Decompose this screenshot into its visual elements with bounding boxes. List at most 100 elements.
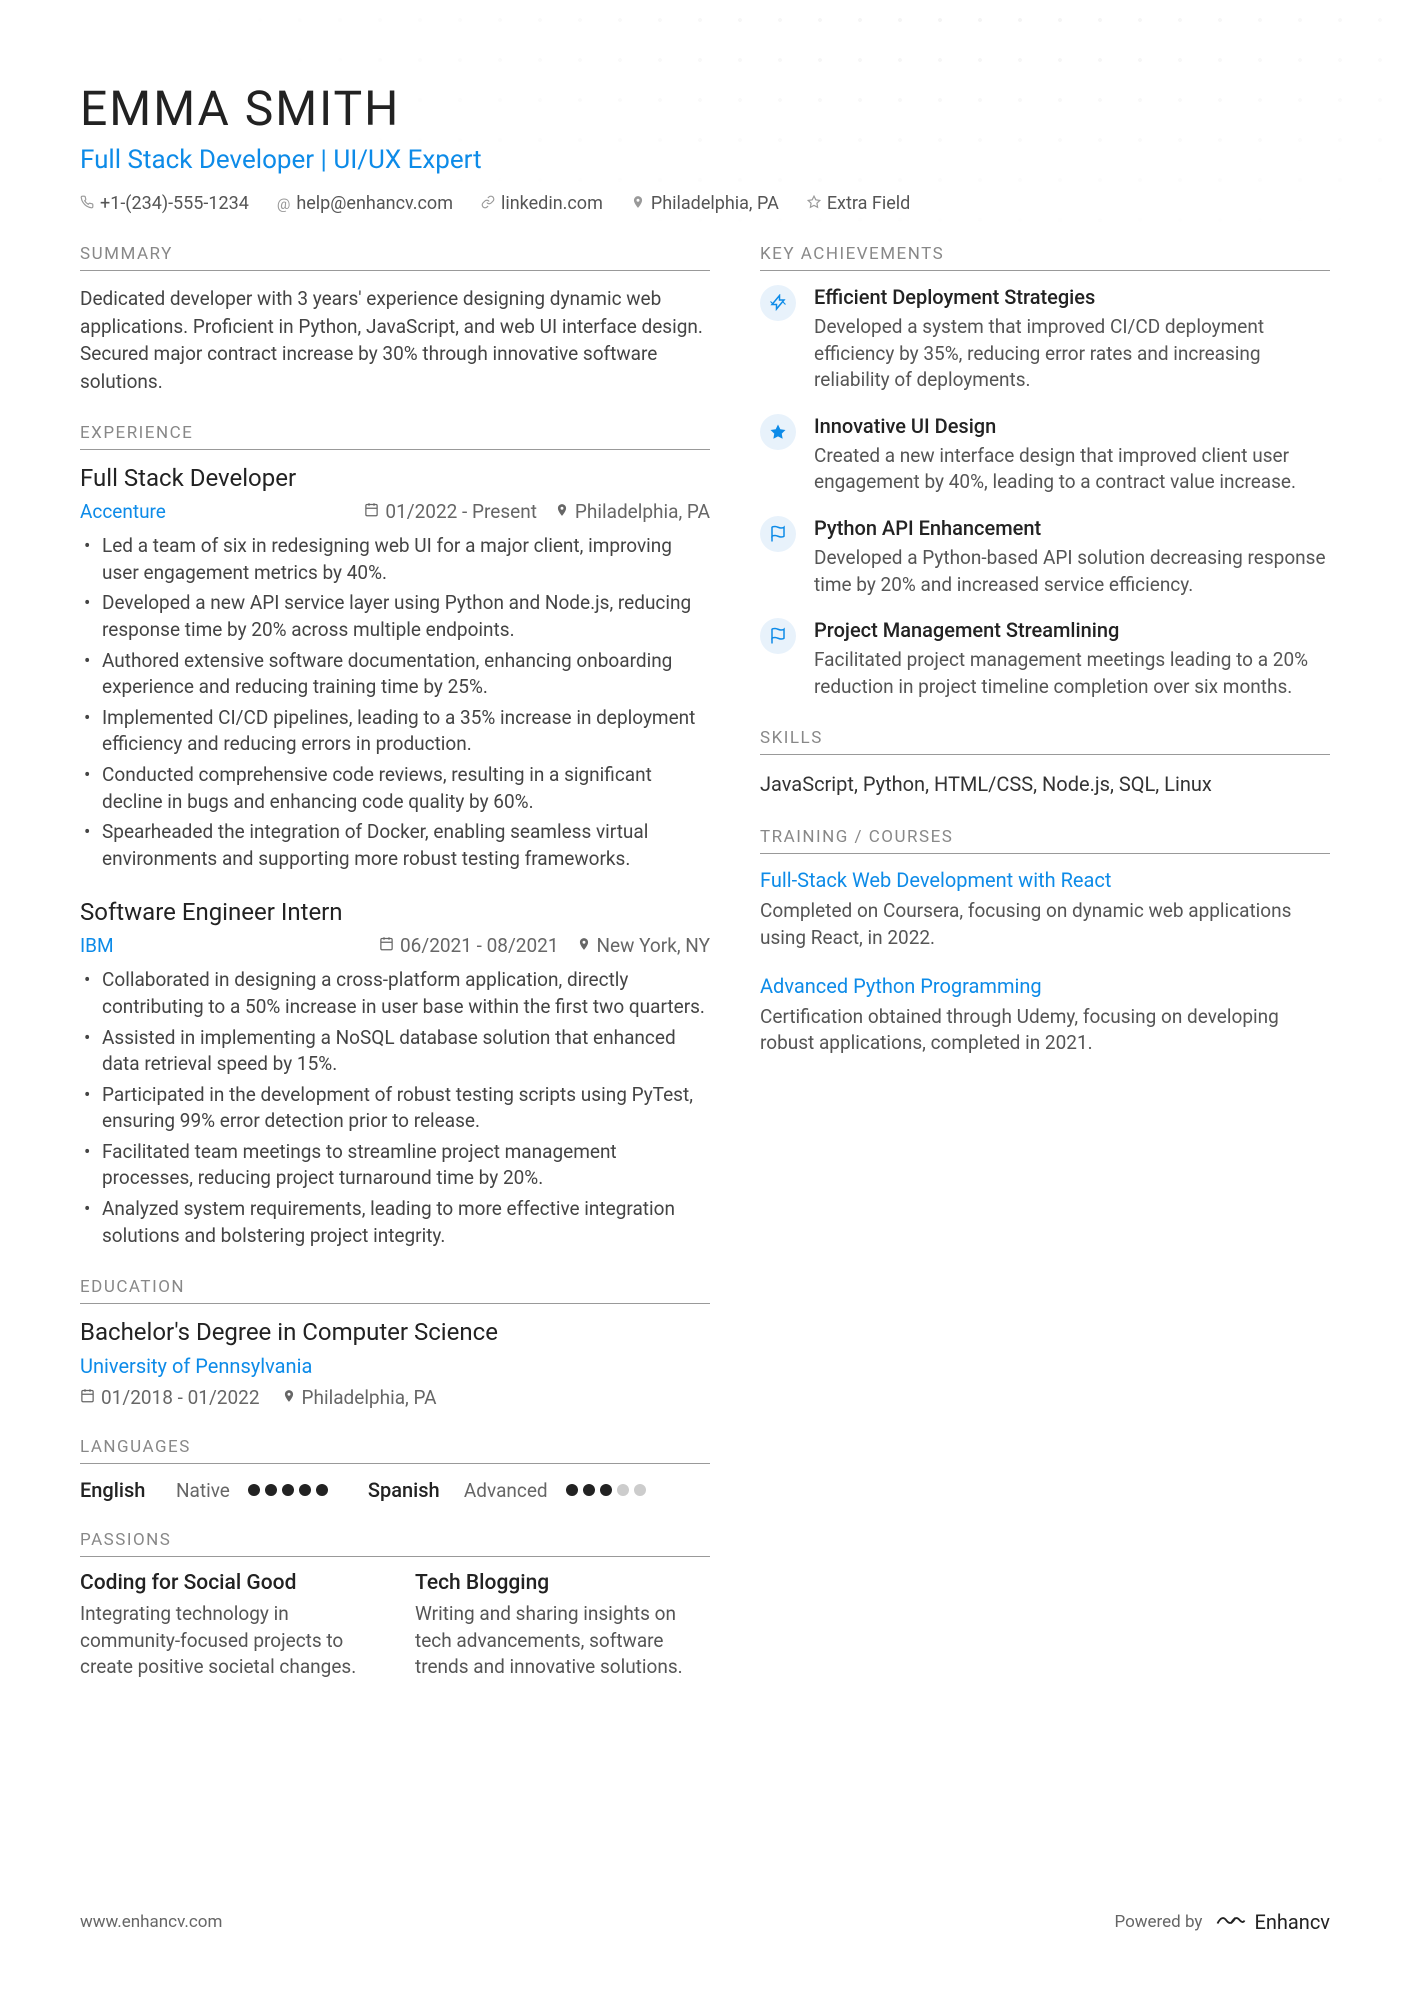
location-icon xyxy=(577,937,591,955)
dot-filled xyxy=(282,1484,294,1496)
flag-icon xyxy=(760,618,796,654)
training-section: TRAINING / COURSES Full-Stack Web Develo… xyxy=(760,827,1330,1056)
job-dates-item: 01/2022 - Present xyxy=(364,500,537,523)
passions-section: PASSIONS Coding for Social Good Integrat… xyxy=(80,1530,710,1681)
language-item: Spanish Advanced xyxy=(368,1478,646,1502)
edu-dates-item: 01/2018 - 01/2022 xyxy=(80,1386,260,1409)
link-item: linkedin.com xyxy=(481,193,603,214)
edu-location: Philadelphia, PA xyxy=(302,1386,437,1409)
location-icon xyxy=(631,195,645,213)
job-location: Philadelphia, PA xyxy=(575,500,710,523)
achievement-item: Innovative UI Design Created a new inter… xyxy=(760,414,1330,496)
dot-empty xyxy=(617,1484,629,1496)
bullet: Collaborated in designing a cross-platfo… xyxy=(102,967,710,1020)
achievement-desc: Facilitated project management meetings … xyxy=(814,647,1330,700)
achievement-desc: Developed a Python-based API solution de… xyxy=(814,545,1330,598)
company-name: IBM xyxy=(80,934,361,957)
logo-mark-icon xyxy=(1216,1908,1246,1935)
resume-header: EMMA SMITH Full Stack Developer | UI/UX … xyxy=(80,80,1330,214)
phone-item: +1-(234)-555-1234 xyxy=(80,193,249,214)
edu-dates: 01/2018 - 01/2022 xyxy=(101,1386,260,1409)
job-bullets: Collaborated in designing a cross-platfo… xyxy=(80,967,710,1249)
language-name: English xyxy=(80,1478,158,1502)
job-location: New York, NY xyxy=(597,934,711,957)
bullet: Implemented CI/CD pipelines, leading to … xyxy=(102,705,710,758)
dot-filled xyxy=(583,1484,595,1496)
summary-section: SUMMARY Dedicated developer with 3 years… xyxy=(80,244,710,395)
passion-item: Tech Blogging Writing and sharing insigh… xyxy=(415,1571,710,1681)
section-title: SKILLS xyxy=(760,728,1330,755)
edu-location-item: Philadelphia, PA xyxy=(282,1386,437,1409)
course-desc: Certification obtained through Udemy, fo… xyxy=(760,1004,1330,1057)
job-entry: Software Engineer Intern IBM 06/2021 - 0… xyxy=(80,898,710,1249)
email-item: @ help@enhancv.com xyxy=(277,193,453,214)
flag-icon xyxy=(760,516,796,552)
phone-text: +1-(234)-555-1234 xyxy=(100,193,249,214)
location-icon xyxy=(282,1389,296,1407)
location-text: Philadelphia, PA xyxy=(651,193,779,214)
job-location-item: Philadelphia, PA xyxy=(555,500,710,523)
bullet: Authored extensive software documentatio… xyxy=(102,648,710,701)
school-name: University of Pennsylvania xyxy=(80,1354,710,1378)
course-item: Advanced Python Programming Certificatio… xyxy=(760,974,1330,1057)
powered-by-text: Powered by xyxy=(1114,1912,1202,1932)
bullet: Conducted comprehensive code reviews, re… xyxy=(102,762,710,815)
section-title: KEY ACHIEVEMENTS xyxy=(760,244,1330,271)
dot-filled xyxy=(299,1484,311,1496)
dot-filled xyxy=(248,1484,260,1496)
email-text: help@enhancv.com xyxy=(296,193,453,214)
achievement-item: Efficient Deployment Strategies Develope… xyxy=(760,285,1330,394)
job-dates: 06/2021 - 08/2021 xyxy=(400,934,559,957)
bolt-icon xyxy=(760,285,796,321)
at-icon: @ xyxy=(277,195,290,213)
section-title: PASSIONS xyxy=(80,1530,710,1557)
bullet: Led a team of six in redesigning web UI … xyxy=(102,533,710,586)
dot-filled xyxy=(265,1484,277,1496)
education-section: EDUCATION Bachelor's Degree in Computer … xyxy=(80,1277,710,1409)
language-level: Advanced xyxy=(464,1479,548,1502)
degree-title: Bachelor's Degree in Computer Science xyxy=(80,1318,710,1346)
job-dates-item: 06/2021 - 08/2021 xyxy=(379,934,559,957)
language-name: Spanish xyxy=(368,1478,446,1502)
rating-dots xyxy=(248,1484,328,1496)
job-title: Full Stack Developer xyxy=(80,464,710,492)
name-heading: EMMA SMITH xyxy=(80,80,1330,137)
phone-icon xyxy=(80,195,94,213)
achievement-title: Innovative UI Design xyxy=(814,414,1330,438)
job-title-heading: Full Stack Developer | UI/UX Expert xyxy=(80,145,1330,175)
link-icon xyxy=(481,195,495,213)
passion-desc: Integrating technology in community-focu… xyxy=(80,1601,375,1681)
achievement-title: Efficient Deployment Strategies xyxy=(814,285,1330,309)
achievements-section: KEY ACHIEVEMENTS Efficient Deployment St… xyxy=(760,244,1330,700)
course-title: Full-Stack Web Development with React xyxy=(760,868,1330,892)
bullet: Analyzed system requirements, leading to… xyxy=(102,1196,710,1249)
achievement-item: Python API Enhancement Developed a Pytho… xyxy=(760,516,1330,598)
bullet: Assisted in implementing a NoSQL databas… xyxy=(102,1025,710,1078)
summary-text: Dedicated developer with 3 years' experi… xyxy=(80,285,710,395)
achievement-desc: Developed a system that improved CI/CD d… xyxy=(814,314,1330,394)
section-title: TRAINING / COURSES xyxy=(760,827,1330,854)
language-level: Native xyxy=(176,1479,230,1502)
bullet: Developed a new API service layer using … xyxy=(102,590,710,643)
dot-filled xyxy=(600,1484,612,1496)
dot-filled xyxy=(566,1484,578,1496)
extra-text: Extra Field xyxy=(827,193,910,214)
location-item: Philadelphia, PA xyxy=(631,193,779,214)
rating-dots xyxy=(566,1484,646,1496)
passion-item: Coding for Social Good Integrating techn… xyxy=(80,1571,375,1681)
bullet: Spearheaded the integration of Docker, e… xyxy=(102,819,710,872)
passion-title: Tech Blogging xyxy=(415,1571,710,1595)
job-dates: 01/2022 - Present xyxy=(385,500,537,523)
language-item: English Native xyxy=(80,1478,328,1502)
passion-desc: Writing and sharing insights on tech adv… xyxy=(415,1601,710,1681)
calendar-icon xyxy=(364,502,379,521)
section-title: LANGUAGES xyxy=(80,1437,710,1464)
star-icon xyxy=(807,195,821,213)
page-footer: www.enhancv.com Powered by Enhancv xyxy=(80,1868,1330,1935)
achievement-title: Python API Enhancement xyxy=(814,516,1330,540)
job-entry: Full Stack Developer Accenture 01/2022 -… xyxy=(80,464,710,872)
skills-text: JavaScript, Python, HTML/CSS, Node.js, S… xyxy=(760,769,1330,799)
course-desc: Completed on Coursera, focusing on dynam… xyxy=(760,898,1330,951)
calendar-icon xyxy=(80,1388,95,1407)
job-bullets: Led a team of six in redesigning web UI … xyxy=(80,533,710,872)
